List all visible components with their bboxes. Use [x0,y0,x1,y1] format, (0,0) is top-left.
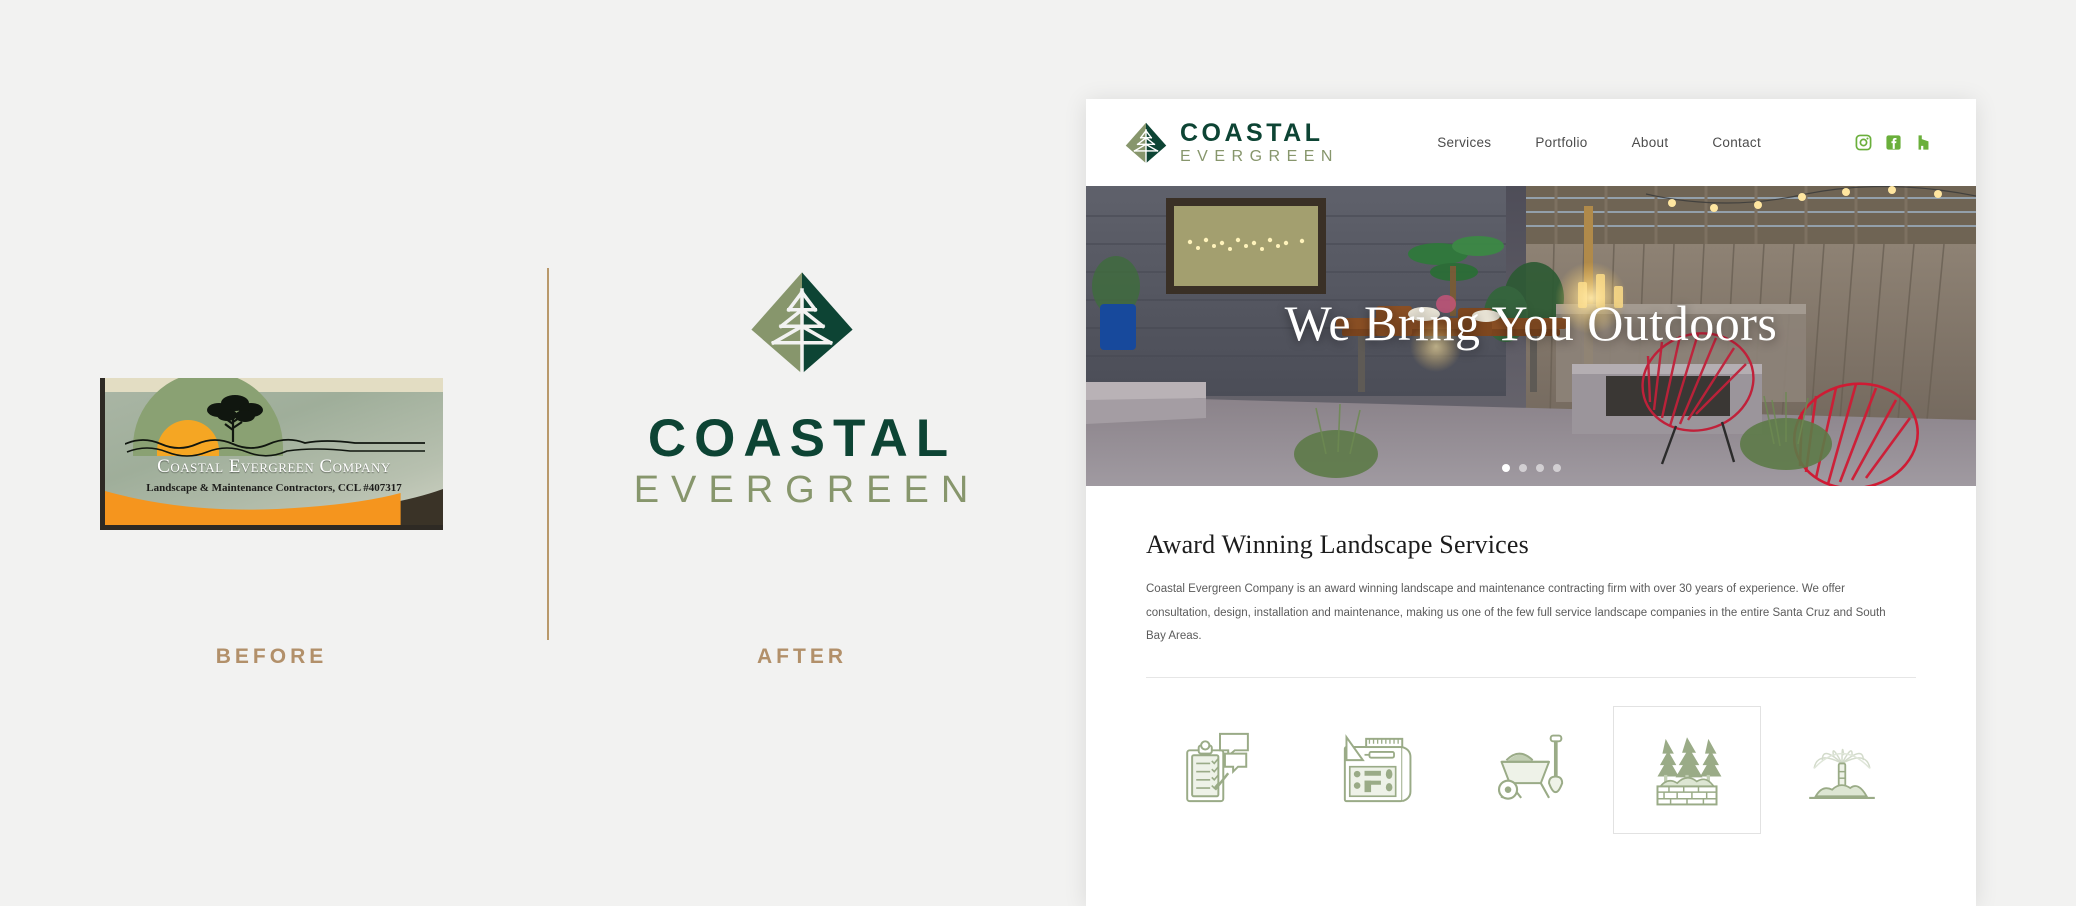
after-logo-primary-text: COASTAL [647,409,957,468]
evergreen-diamond-leaf-icon [1125,122,1167,164]
content-divider [1146,676,1916,678]
before-logo-panel: Coastal Evergreen Company Landscape & Ma… [100,378,443,530]
hero-carousel-dots [1086,464,1976,472]
instagram-icon[interactable] [1855,134,1872,151]
after-label: AFTER [757,645,847,668]
social-links [1855,134,1932,151]
site-header: COASTAL EVERGREEN Services Portfolio Abo… [1086,99,1976,186]
legacy-logo-swoosh [105,479,443,525]
nav-item-about[interactable]: About [1632,135,1669,150]
nav-item-portfolio[interactable]: Portfolio [1535,135,1587,150]
sprinkler-irrigation-icon [1809,748,1875,799]
wheelbarrow-installation-icon [1497,734,1564,800]
trees-wall-planting-icon [1655,736,1721,806]
service-card-planting[interactable] [1612,705,1761,834]
facebook-icon[interactable] [1885,134,1902,151]
site-navigation: Services Portfolio About Contact [1437,134,1932,151]
hero-dot-2[interactable] [1518,464,1527,472]
website-mockup-window: COASTAL EVERGREEN Services Portfolio Abo… [1086,99,1976,906]
service-card-consultation[interactable] [1146,706,1294,834]
after-logo-panel: COASTAL EVERGREEN [617,268,987,509]
legacy-logo-company-name: Coastal Evergreen Company [157,456,391,477]
legacy-logo-waves-icon [125,438,425,457]
hero-carousel: We Bring You Outdoors [1086,186,1976,486]
site-logo-wordmark: COASTAL EVERGREEN [1180,118,1339,165]
blueprint-design-icon [1343,733,1411,802]
nav-item-services[interactable]: Services [1437,135,1491,150]
site-content: Award Winning Landscape Services Coastal… [1086,486,1976,834]
nav-item-contact[interactable]: Contact [1712,135,1761,150]
service-card-installation[interactable] [1457,706,1605,834]
site-logo-secondary-text: EVERGREEN [1180,147,1339,165]
hero-dot-4[interactable] [1552,464,1561,472]
service-card-design[interactable] [1302,706,1450,834]
before-after-comparison: Coastal Evergreen Company Landscape & Ma… [0,0,1086,906]
service-card-irrigation[interactable] [1768,706,1916,834]
evergreen-diamond-leaf-icon [751,272,853,376]
houzz-icon[interactable] [1915,134,1932,151]
after-logo-wordmark: COASTAL EVERGREEN [617,412,987,509]
after-logo-secondary-text: EVERGREEN [633,469,981,511]
clipboard-consultation-icon [1186,732,1249,802]
comparison-divider [547,268,549,640]
hero-dot-1[interactable] [1501,464,1510,472]
legacy-logo: Coastal Evergreen Company Landscape & Ma… [100,378,443,530]
hero-dot-3[interactable] [1535,464,1544,472]
site-logo-primary-text: COASTAL [1180,118,1324,147]
content-paragraph: Coastal Evergreen Company is an award wi… [1146,583,1886,643]
site-logo[interactable]: COASTAL EVERGREEN [1124,118,1339,165]
hero-headline: We Bring You Outdoors [1284,295,1778,351]
before-label: BEFORE [215,645,328,668]
content-heading: Award Winning Landscape Services [1146,530,1529,559]
services-icon-row [1146,705,1916,834]
